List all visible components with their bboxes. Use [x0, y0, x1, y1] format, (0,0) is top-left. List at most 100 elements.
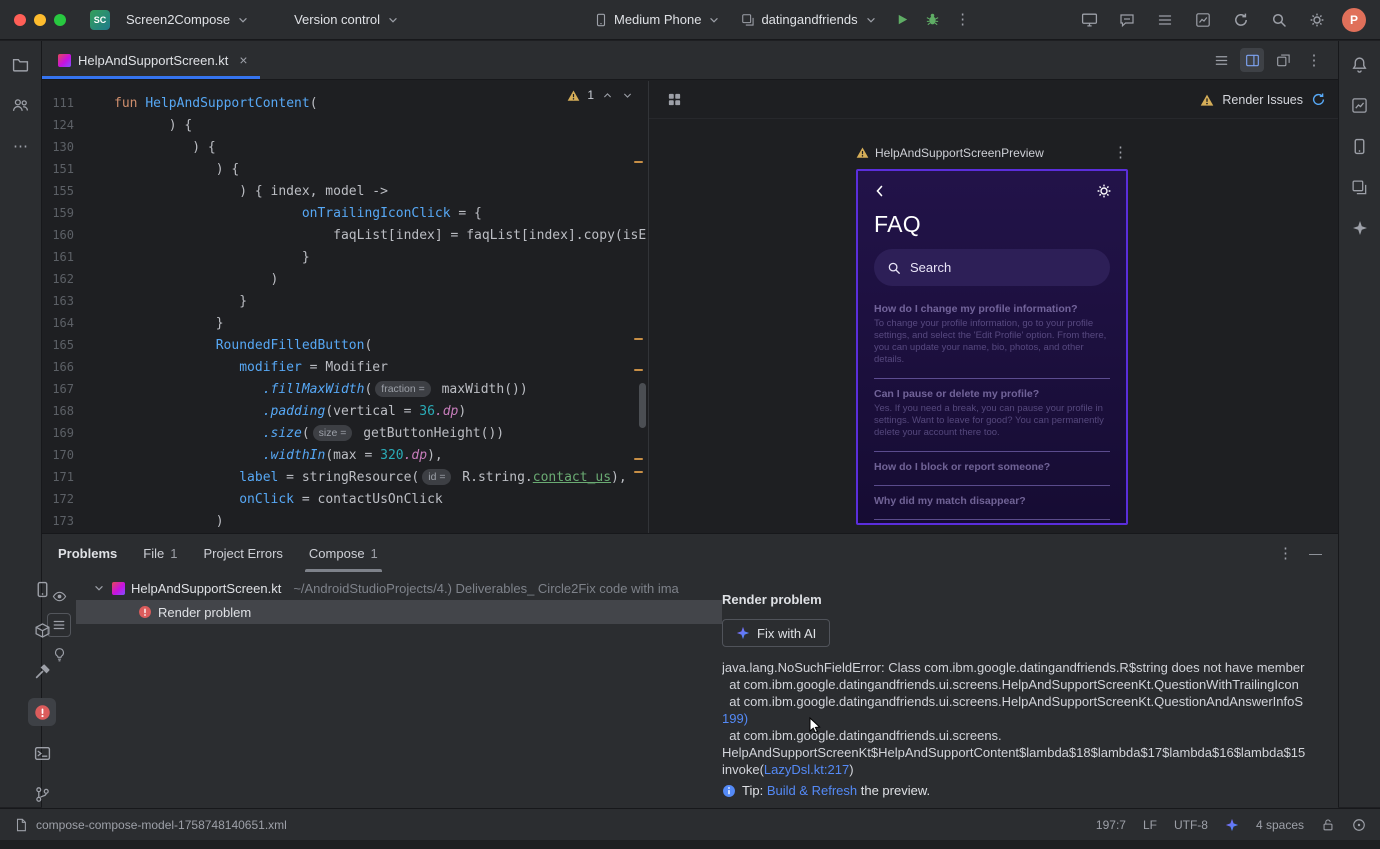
- design-view-button[interactable]: [1271, 48, 1295, 72]
- window-minimize-button[interactable]: [34, 13, 46, 26]
- settings-gear-icon[interactable]: [1096, 183, 1112, 199]
- problems-tool-button[interactable]: [28, 698, 56, 726]
- inspections-widget[interactable]: 1: [567, 88, 634, 102]
- code-line[interactable]: 155) { index, model ->: [42, 180, 648, 202]
- search-everywhere-button[interactable]: [1266, 7, 1292, 33]
- fix-with-ai-button[interactable]: Fix with AI: [722, 619, 831, 647]
- render-problem-row[interactable]: Render problem: [76, 600, 722, 624]
- editor-tab[interactable]: HelpAndSupportScreen.kt ×: [42, 41, 260, 79]
- line-number[interactable]: 159: [42, 206, 88, 220]
- code-line[interactable]: 124) {: [42, 114, 648, 136]
- window-zoom-button[interactable]: [54, 13, 66, 26]
- warning-stripe-mark[interactable]: [634, 369, 643, 371]
- line-number[interactable]: 155: [42, 184, 88, 198]
- editor-options-button[interactable]: ⋮: [1302, 48, 1326, 72]
- more-tool-windows-button[interactable]: ⋯: [7, 132, 35, 160]
- code-editor[interactable]: 111 fun HelpAndSupportContent(124) {130) …: [42, 81, 648, 533]
- caret-position-widget[interactable]: 197:7: [1096, 818, 1126, 832]
- line-separator-widget[interactable]: LF: [1143, 818, 1157, 832]
- warning-stripe-mark[interactable]: [634, 161, 643, 163]
- tool-window-options-button[interactable]: ⋮: [1278, 546, 1293, 561]
- refresh-icon[interactable]: [1311, 92, 1326, 107]
- profiler-tool-button[interactable]: [1346, 91, 1374, 119]
- code-line[interactable]: 165 RoundedFilledButton(: [42, 334, 648, 356]
- line-number[interactable]: 173: [42, 514, 88, 528]
- project-selector[interactable]: Screen2Compose: [118, 8, 258, 31]
- line-number[interactable]: 169: [42, 426, 88, 440]
- gemini-chat-button[interactable]: [1114, 7, 1140, 33]
- running-devices-tool-button[interactable]: [28, 575, 56, 603]
- next-problem-button[interactable]: [621, 89, 634, 102]
- inspections-level-icon[interactable]: [1352, 818, 1366, 832]
- code-line[interactable]: 162): [42, 268, 648, 290]
- back-button[interactable]: [872, 183, 888, 199]
- prev-problem-button[interactable]: [601, 89, 614, 102]
- render-issues-label[interactable]: Render Issues: [1222, 93, 1303, 107]
- line-number[interactable]: 167: [42, 382, 88, 396]
- line-number[interactable]: 130: [42, 140, 88, 154]
- line-number[interactable]: 166: [42, 360, 88, 374]
- code-line[interactable]: 111 fun HelpAndSupportContent(: [42, 92, 648, 114]
- run-button[interactable]: [890, 7, 916, 33]
- preview-menu-button[interactable]: ⋮: [1113, 145, 1128, 160]
- problems-title[interactable]: Problems: [58, 546, 117, 561]
- code-line[interactable]: 161}: [42, 246, 648, 268]
- user-avatar[interactable]: P: [1342, 7, 1366, 32]
- preview-gallery-button[interactable]: [661, 87, 687, 113]
- line-number[interactable]: 162: [42, 272, 88, 286]
- line-number[interactable]: 161: [42, 250, 88, 264]
- tab-file[interactable]: File 1: [143, 534, 177, 572]
- split-view-button[interactable]: [1240, 48, 1264, 72]
- dependencies-tool-button[interactable]: [28, 616, 56, 644]
- line-number[interactable]: 172: [42, 492, 88, 506]
- code-line[interactable]: 169 .size(size = getButtonHeight()): [42, 422, 648, 444]
- profiler-button[interactable]: [1190, 7, 1216, 33]
- window-close-button[interactable]: [14, 13, 26, 26]
- gemini-tool-button[interactable]: [1346, 214, 1374, 242]
- line-number[interactable]: 124: [42, 118, 88, 132]
- line-number[interactable]: 170: [42, 448, 88, 462]
- warning-stripe-mark[interactable]: [634, 471, 643, 473]
- code-line[interactable]: 172 onClick = contactUsOnClick: [42, 488, 648, 510]
- stack-trace-link[interactable]: LazyDsl.kt:217: [764, 762, 849, 777]
- indent-widget[interactable]: 4 spaces: [1256, 818, 1304, 832]
- code-line[interactable]: 168 .padding(vertical = 36.dp): [42, 400, 648, 422]
- code-line[interactable]: 163}: [42, 290, 648, 312]
- warning-stripe-mark[interactable]: [634, 458, 643, 460]
- pull-requests-tool-button[interactable]: [7, 91, 35, 119]
- tab-compose[interactable]: Compose 1: [304, 534, 382, 572]
- more-run-actions-button[interactable]: ⋮: [950, 7, 976, 33]
- notifications-button[interactable]: [1346, 50, 1374, 78]
- tab-close-button[interactable]: ×: [239, 52, 247, 68]
- line-number[interactable]: 168: [42, 404, 88, 418]
- run-configuration-selector[interactable]: datingandfriends: [733, 8, 885, 31]
- build-refresh-link[interactable]: Build & Refresh: [767, 783, 857, 798]
- build-tool-button[interactable]: [28, 657, 56, 685]
- stack-trace-link[interactable]: 199): [722, 711, 748, 726]
- task-list-button[interactable]: [1152, 7, 1178, 33]
- line-number[interactable]: 163: [42, 294, 88, 308]
- line-number[interactable]: 111: [42, 96, 88, 110]
- code-line[interactable]: 167 .fillMaxWidth(fraction = maxWidth()): [42, 378, 648, 400]
- code-line[interactable]: 151) {: [42, 158, 648, 180]
- code-line[interactable]: 171 label = stringResource(id = R.string.…: [42, 466, 648, 488]
- git-tool-button[interactable]: [28, 780, 56, 808]
- hide-tool-window-button[interactable]: —: [1309, 546, 1322, 561]
- code-view-button[interactable]: [1209, 48, 1233, 72]
- device-mirroring-button[interactable]: [1076, 7, 1102, 33]
- terminal-tool-button[interactable]: [28, 739, 56, 767]
- gradle-sync-button[interactable]: [1228, 7, 1254, 33]
- code-line[interactable]: 160 faqList[index] = faqList[index].copy(…: [42, 224, 648, 246]
- code-line[interactable]: 173): [42, 510, 648, 532]
- editor-scrollbar[interactable]: [639, 383, 646, 428]
- line-number[interactable]: 165: [42, 338, 88, 352]
- line-number[interactable]: 160: [42, 228, 88, 242]
- debug-button[interactable]: [920, 7, 946, 33]
- device-selector[interactable]: Medium Phone: [586, 8, 729, 31]
- device-manager-tool-button[interactable]: [1346, 132, 1374, 160]
- warning-stripe-mark[interactable]: [634, 338, 643, 340]
- version-control-selector[interactable]: Version control: [286, 8, 408, 31]
- code-line[interactable]: 166 modifier = Modifier: [42, 356, 648, 378]
- line-number[interactable]: 171: [42, 470, 88, 484]
- code-line[interactable]: 130) {: [42, 136, 648, 158]
